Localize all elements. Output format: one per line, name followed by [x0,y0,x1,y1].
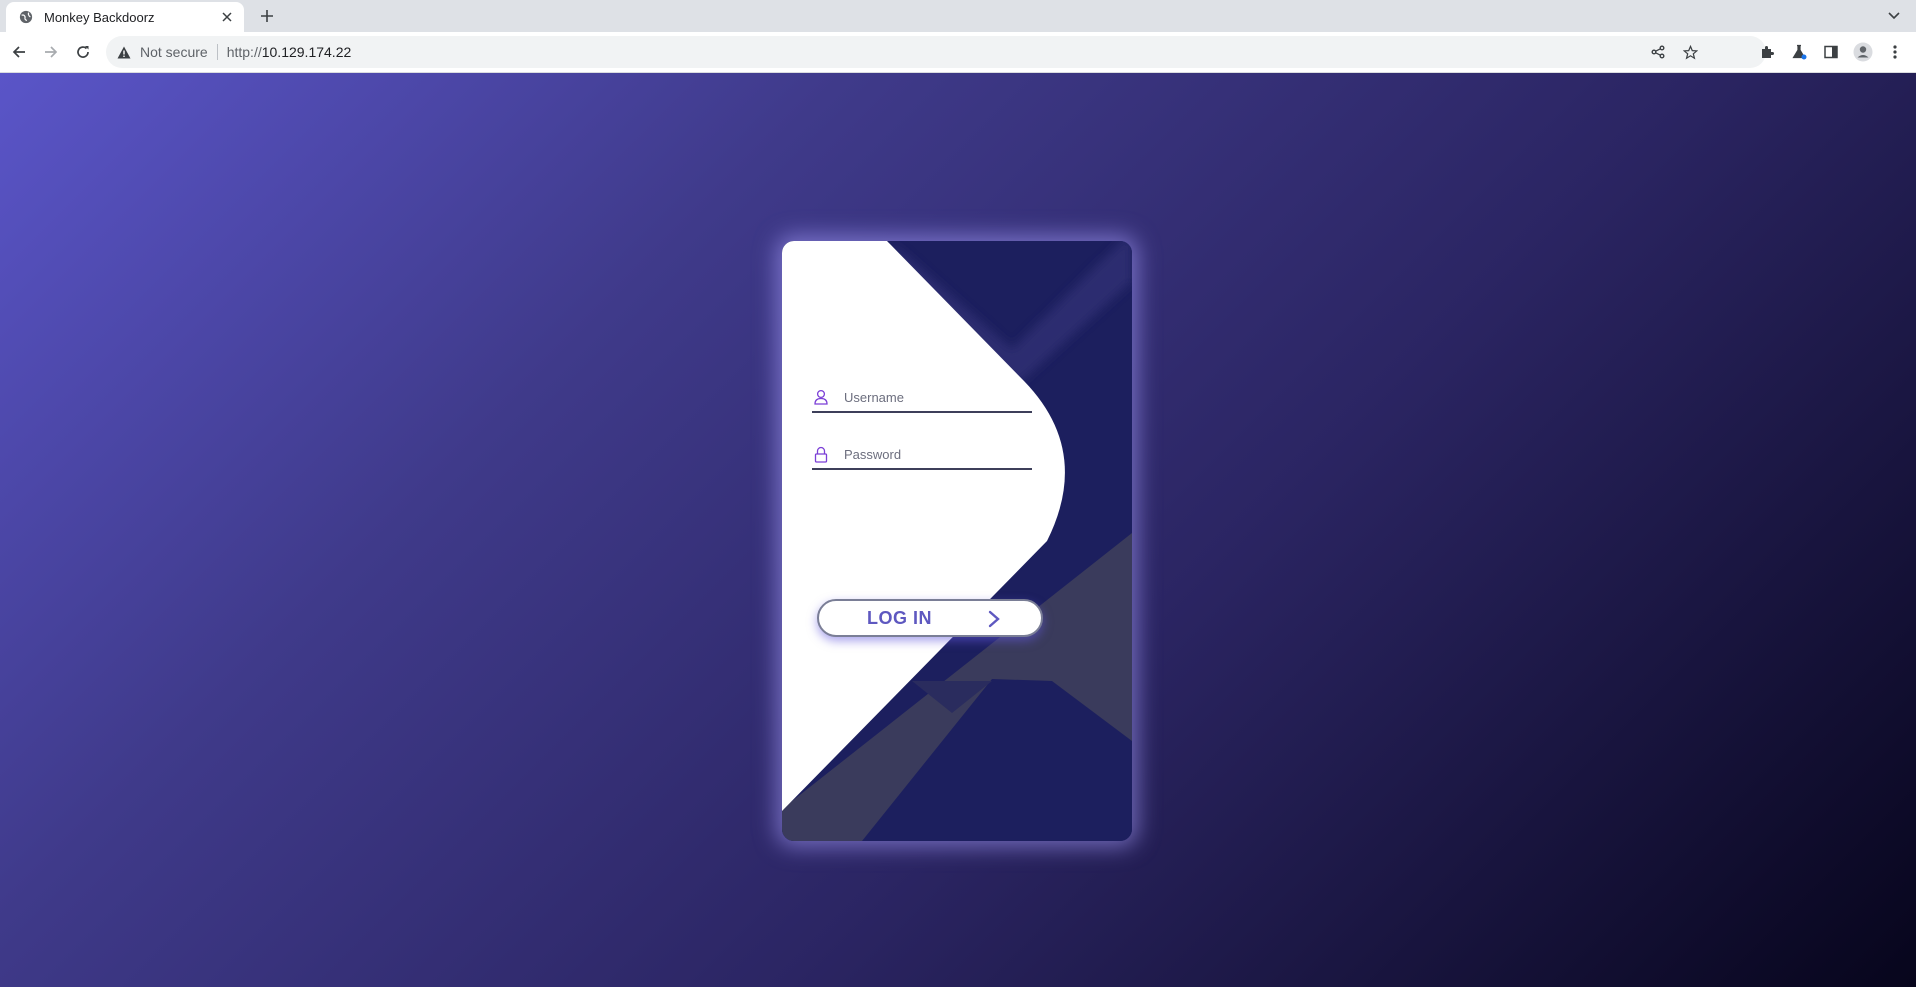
side-panel-icon[interactable] [1819,40,1843,64]
url-host: 10.129.174.22 [261,44,352,60]
globe-icon [18,9,34,25]
reload-button[interactable] [71,40,95,64]
close-tab-icon[interactable] [218,8,236,26]
browser-window: Monkey Backdoorz Not secure http://10.12… [0,0,1916,987]
login-card: LOG IN [782,241,1132,841]
warning-icon[interactable] [116,44,132,60]
tab-search-chevron-icon[interactable] [1884,6,1904,26]
bookmark-star-icon[interactable] [1678,40,1702,64]
back-button[interactable] [7,40,31,64]
url-scheme: http:// [226,44,262,60]
forward-button[interactable] [39,40,63,64]
tab-title: Monkey Backdoorz [44,9,155,25]
login-button[interactable]: LOG IN [817,599,1043,637]
chevron-right-icon [988,610,1000,628]
share-icon[interactable] [1646,40,1670,64]
address-separator [216,44,218,60]
user-icon [812,387,830,407]
new-tab-button[interactable] [256,5,278,27]
page-background: LOG IN [0,73,1916,987]
password-input[interactable] [842,445,1026,463]
menu-kebab-icon[interactable] [1883,40,1907,64]
login-button-label: LOG IN [867,607,932,628]
security-label[interactable]: Not secure [140,44,208,60]
username-input[interactable] [842,388,1026,406]
password-field [812,440,1032,470]
labs-flask-icon[interactable] [1787,40,1811,64]
profile-avatar-icon[interactable] [1851,40,1875,64]
address-bar[interactable]: Not secure http://10.129.174.22 [106,36,1766,68]
lock-icon [812,444,830,464]
browser-toolbar: Not secure http://10.129.174.22 [0,32,1916,73]
extensions-icon[interactable] [1755,40,1779,64]
url-text[interactable]: http://10.129.174.22 [227,44,352,60]
tab-active[interactable]: Monkey Backdoorz [6,2,244,32]
card-decoration [782,241,1132,841]
username-field [812,383,1032,413]
tab-strip: Monkey Backdoorz [0,0,1916,32]
